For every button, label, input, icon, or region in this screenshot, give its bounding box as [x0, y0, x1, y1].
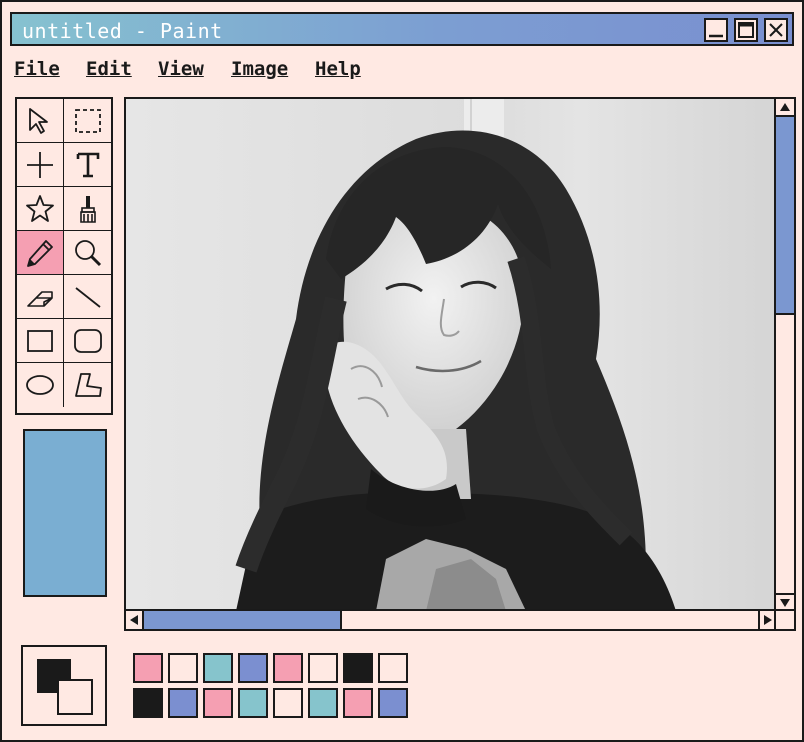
menu-view[interactable]: View	[158, 58, 204, 80]
palette-swatch[interactable]	[133, 688, 163, 718]
maximize-button[interactable]	[734, 18, 758, 42]
menu-view-label: View	[158, 58, 204, 80]
menu-file[interactable]: File	[14, 58, 60, 80]
minimize-button[interactable]	[704, 18, 728, 42]
tool-pencil[interactable]	[17, 231, 64, 275]
background-color[interactable]	[57, 679, 93, 715]
toolbox	[15, 97, 113, 415]
tool-magnifier[interactable]	[64, 231, 111, 275]
close-button[interactable]	[764, 18, 788, 42]
palette-swatch[interactable]	[203, 688, 233, 718]
palette-swatch[interactable]	[238, 653, 268, 683]
window-title: untitled - Paint	[22, 19, 223, 43]
palette-swatch[interactable]	[308, 653, 338, 683]
scroll-corner	[774, 609, 794, 629]
title-bar[interactable]: untitled - Paint	[10, 12, 794, 46]
paint-window: untitled - Paint File Edit View Image He…	[0, 0, 804, 742]
menu-help[interactable]: Help	[315, 58, 361, 80]
palette-swatch[interactable]	[343, 653, 373, 683]
arrow-right-icon	[764, 615, 772, 625]
rect-select-icon	[74, 108, 101, 133]
palette-swatch[interactable]	[273, 688, 303, 718]
palette-swatch[interactable]	[378, 653, 408, 683]
rounded-rectangle-icon	[73, 328, 102, 353]
line-icon	[74, 286, 101, 308]
foreground-background-colors[interactable]	[21, 645, 107, 726]
tool-select-rect[interactable]	[64, 99, 111, 143]
palette-swatch[interactable]	[308, 688, 338, 718]
palette-swatch[interactable]	[133, 653, 163, 683]
current-color-swatch[interactable]	[23, 429, 107, 597]
canvas-frame	[124, 97, 796, 631]
pencil-icon	[27, 239, 53, 267]
tool-text[interactable]	[64, 143, 111, 187]
portrait-photo	[126, 99, 776, 611]
scroll-up-button[interactable]	[776, 99, 794, 117]
tool-rectangle[interactable]	[17, 319, 64, 363]
arrow-cursor-icon	[29, 107, 48, 134]
tool-line[interactable]	[64, 275, 111, 319]
horizontal-scroll-thumb[interactable]	[144, 611, 342, 629]
palette-swatch[interactable]	[203, 653, 233, 683]
palette-swatch[interactable]	[343, 688, 373, 718]
eraser-icon	[27, 290, 53, 307]
horizontal-scrollbar[interactable]	[126, 609, 776, 629]
rectangle-icon	[27, 329, 53, 352]
arrow-left-icon	[130, 615, 138, 625]
tool-rounded-rectangle[interactable]	[64, 319, 111, 363]
crosshair-icon	[27, 151, 53, 178]
vertical-scroll-thumb[interactable]	[776, 117, 794, 315]
close-icon	[769, 23, 783, 37]
palette-swatch[interactable]	[168, 653, 198, 683]
tool-polygon[interactable]	[64, 363, 111, 407]
tool-select-arrow[interactable]	[17, 99, 64, 143]
arrow-up-icon	[780, 103, 790, 111]
palette-swatch[interactable]	[238, 688, 268, 718]
tool-crosshair[interactable]	[17, 143, 64, 187]
ellipse-icon	[26, 375, 54, 395]
polygon-icon	[74, 373, 102, 397]
vertical-scrollbar[interactable]	[774, 99, 794, 611]
menu-edit[interactable]: Edit	[86, 58, 132, 80]
tool-star[interactable]	[17, 187, 64, 231]
magnifier-icon	[74, 239, 101, 266]
scroll-left-button[interactable]	[126, 611, 144, 629]
palette-swatch[interactable]	[168, 688, 198, 718]
menu-image-label: Image	[231, 58, 289, 80]
menu-edit-label: Edit	[86, 58, 132, 80]
maximize-icon	[738, 22, 754, 38]
tool-brush[interactable]	[64, 187, 111, 231]
menu-help-label: Help	[315, 58, 361, 80]
text-icon	[76, 152, 99, 177]
menu-image[interactable]: Image	[231, 58, 288, 80]
drawing-canvas[interactable]	[126, 99, 776, 611]
star-icon	[26, 194, 54, 222]
palette-swatch[interactable]	[378, 688, 408, 718]
tool-eraser[interactable]	[17, 275, 64, 319]
minimize-icon	[709, 34, 723, 38]
menu-file-label: File	[14, 58, 60, 80]
palette-swatch[interactable]	[273, 653, 303, 683]
arrow-down-icon	[780, 599, 790, 607]
brush-icon	[79, 195, 96, 223]
tool-ellipse[interactable]	[17, 363, 64, 407]
